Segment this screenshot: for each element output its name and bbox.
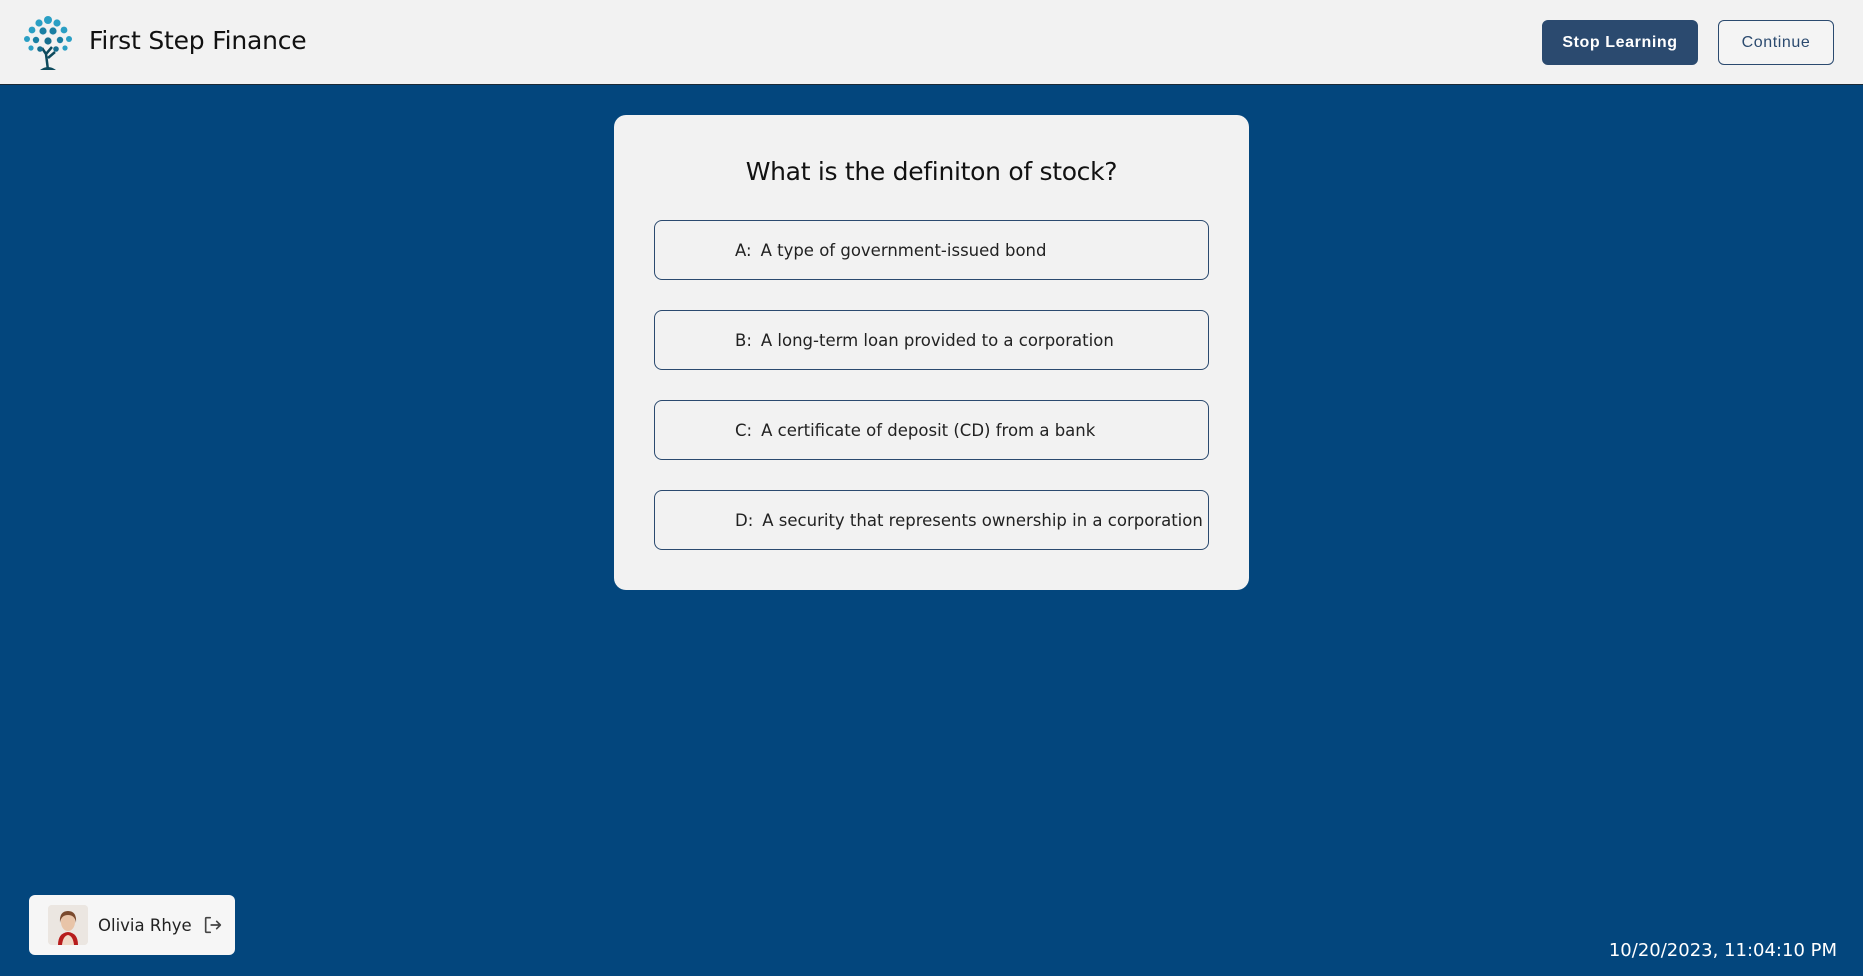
- user-profile-chip[interactable]: Olivia Rhye: [29, 895, 235, 955]
- avatar: [48, 905, 88, 945]
- answer-option-a[interactable]: A: A type of government-issued bond: [654, 220, 1209, 280]
- option-text: A long-term loan provided to a corporati…: [760, 330, 1114, 350]
- timestamp: 10/20/2023, 11:04:10 PM: [1608, 940, 1837, 961]
- option-text: A security that represents ownership in …: [762, 510, 1203, 530]
- answer-option-b[interactable]: B: A long-term loan provided to a corpor…: [654, 310, 1209, 370]
- option-text: A certificate of deposit (CD) from a ban…: [761, 420, 1096, 440]
- answer-option-d[interactable]: D: A security that represents ownership …: [654, 490, 1209, 550]
- continue-button[interactable]: Continue: [1718, 20, 1834, 65]
- top-header: First Step Finance Stop Learning Continu…: [0, 0, 1863, 85]
- stop-learning-button[interactable]: Stop Learning: [1542, 20, 1698, 65]
- option-text: A type of government-issued bond: [760, 240, 1047, 260]
- brand-name: First Step Finance: [89, 26, 307, 55]
- logout-icon[interactable]: [202, 914, 224, 936]
- user-name: Olivia Rhye: [98, 915, 192, 935]
- option-letter: A:: [735, 240, 752, 260]
- option-letter: C:: [735, 420, 753, 440]
- quiz-card: What is the definiton of stock? A: A typ…: [614, 115, 1249, 590]
- answer-option-c[interactable]: C: A certificate of deposit (CD) from a …: [654, 400, 1209, 460]
- quiz-question: What is the definiton of stock?: [745, 157, 1118, 186]
- option-letter: D:: [735, 510, 754, 530]
- tree-logo-icon: [24, 16, 72, 70]
- option-letter: B:: [735, 330, 752, 350]
